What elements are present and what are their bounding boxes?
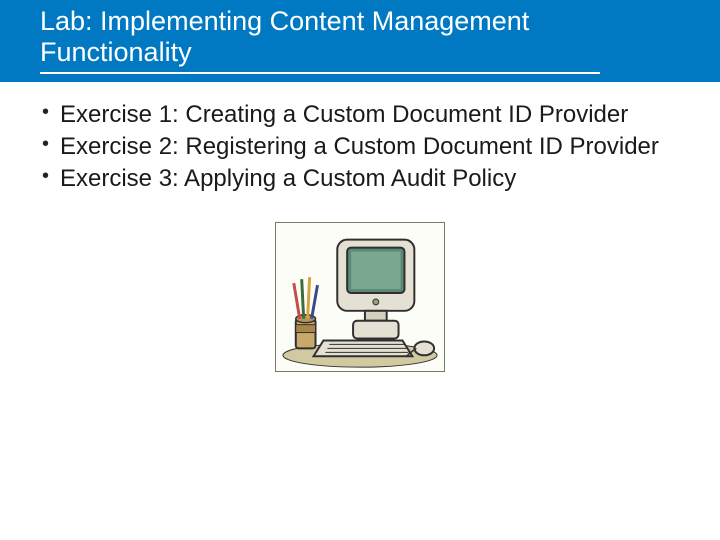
- slide-content: Exercise 1: Creating a Custom Document I…: [0, 82, 720, 372]
- slide-header: Lab: Implementing Content Management Fun…: [0, 0, 720, 82]
- slide-title: Lab: Implementing Content Management Fun…: [40, 6, 600, 74]
- list-item: Exercise 2: Registering a Custom Documen…: [40, 132, 680, 162]
- computer-clipart-icon: [275, 222, 445, 372]
- list-item: Exercise 3: Applying a Custom Audit Poli…: [40, 164, 680, 194]
- list-item: Exercise 1: Creating a Custom Document I…: [40, 100, 680, 130]
- clipart-container: [40, 222, 680, 372]
- exercise-list: Exercise 1: Creating a Custom Document I…: [40, 100, 680, 194]
